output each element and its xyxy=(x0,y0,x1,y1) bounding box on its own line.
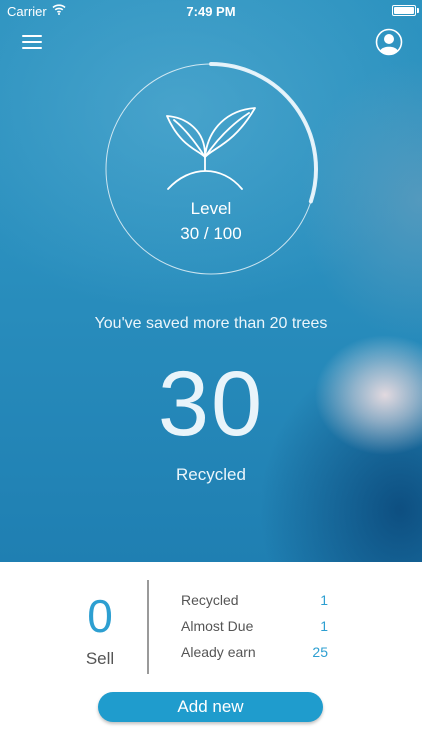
sell-label: Sell xyxy=(85,649,115,668)
hamburger-menu-icon[interactable] xyxy=(22,35,44,51)
level-value: 30 / 100 xyxy=(180,224,242,243)
stat-row-recycled: Recycled 1 xyxy=(181,592,331,618)
stat-value: 1 xyxy=(320,618,328,634)
level-progress-ring xyxy=(105,62,318,275)
stat-row-already-earn: Aleady earn 25 xyxy=(181,644,331,670)
trees-saved-text: You've saved more than 20 trees xyxy=(94,315,328,332)
user-profile-icon[interactable] xyxy=(375,28,403,56)
status-time: 7:49 PM xyxy=(186,4,236,19)
add-new-button[interactable]: Add new xyxy=(98,692,323,722)
recycled-count: 30 xyxy=(157,353,265,455)
stat-label: Almost Due xyxy=(181,618,254,634)
battery-icon xyxy=(392,5,416,16)
level-label: Level xyxy=(190,199,232,218)
level-progress-arc xyxy=(209,62,318,204)
stat-value: 25 xyxy=(312,644,328,660)
battery-tip xyxy=(417,8,419,13)
stats-list: Recycled 1 Almost Due 1 Aleady earn 25 xyxy=(181,592,331,670)
stats-divider xyxy=(147,580,149,674)
stat-label: Aleady earn xyxy=(181,644,256,660)
sprout-icon xyxy=(166,107,256,190)
hero-section: Carrier 7:49 PM Level 30 / 100 You've sa… xyxy=(0,0,422,562)
stat-value: 1 xyxy=(320,592,328,608)
stat-label: Recycled xyxy=(181,592,239,608)
status-bar: Carrier 7:49 PM xyxy=(0,0,422,22)
sell-count: 0 xyxy=(87,590,113,642)
recycled-label: Recycled xyxy=(176,465,246,484)
stat-row-almost-due: Almost Due 1 xyxy=(181,618,331,644)
